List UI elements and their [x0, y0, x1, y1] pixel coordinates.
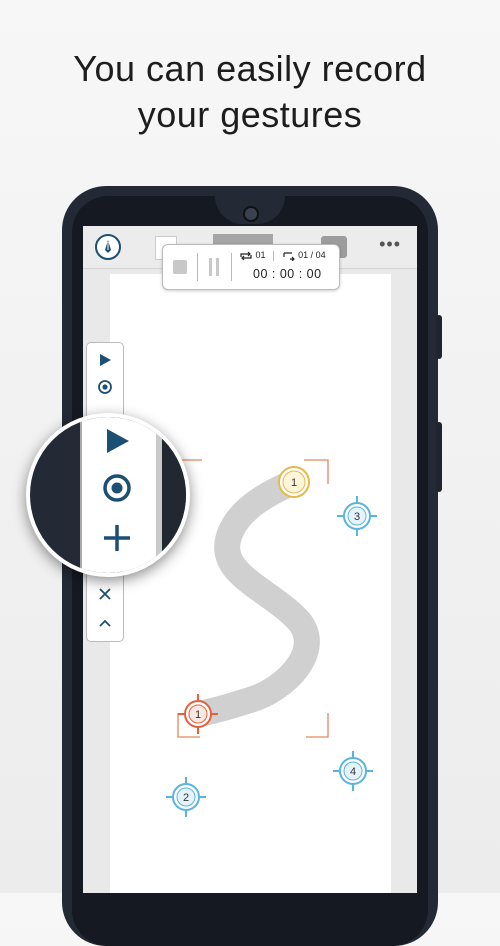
- target-label: 1: [291, 477, 297, 489]
- repeat-count: 01: [255, 250, 266, 260]
- play-icon: [107, 429, 129, 453]
- magnified-toolbar: [80, 417, 162, 573]
- tap-target-2[interactable]: 2: [166, 777, 206, 817]
- step-count: 01 / 04: [298, 250, 326, 260]
- recorder-counters: 01 01 / 04: [239, 250, 326, 262]
- add-target-button[interactable]: [87, 379, 123, 398]
- swipe-end-target[interactable]: 1: [278, 466, 310, 498]
- pause-button[interactable]: [207, 258, 221, 276]
- chevron-up-icon: [99, 619, 111, 627]
- stop-button[interactable]: [173, 260, 187, 274]
- step-icon: [282, 252, 295, 262]
- target-label: 1: [195, 709, 201, 721]
- recording-timer: 00 : 00 : 00: [253, 267, 322, 281]
- target-label: 3: [354, 511, 360, 523]
- play-icon: [100, 354, 111, 366]
- close-icon: [99, 588, 111, 600]
- swipe-path: [185, 469, 320, 727]
- play-button[interactable]: [87, 353, 123, 370]
- target-icon: [103, 474, 131, 502]
- tap-target-3[interactable]: 3: [337, 496, 377, 536]
- magnified-bezel: [162, 417, 186, 573]
- target-label: 4: [350, 766, 356, 778]
- collapse-button[interactable]: [87, 615, 123, 631]
- repeat-icon: [240, 251, 252, 261]
- close-button[interactable]: [87, 587, 123, 604]
- target-icon: [98, 380, 112, 394]
- target-label: 2: [183, 792, 189, 804]
- magnifier-callout: [26, 413, 190, 577]
- divider: [197, 253, 198, 281]
- plus-icon: [104, 525, 130, 551]
- tap-target-4[interactable]: 4: [333, 751, 373, 791]
- recorder-panel: 01 01 / 04 00 : 00 : 00: [162, 244, 340, 290]
- divider: [231, 253, 232, 281]
